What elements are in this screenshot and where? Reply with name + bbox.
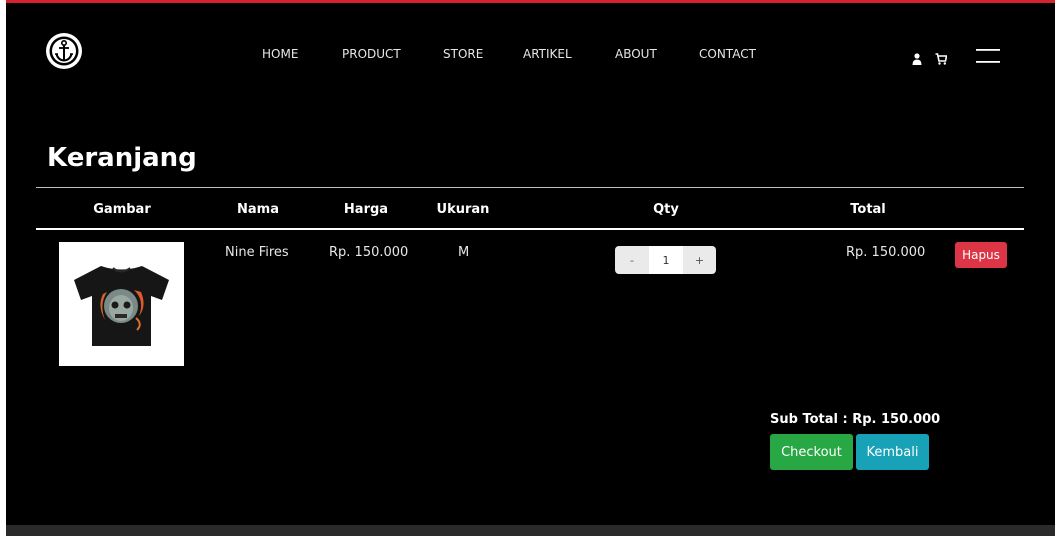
- nav-link-about[interactable]: ABOUT: [615, 47, 657, 61]
- menu-icon[interactable]: [976, 48, 1000, 64]
- qty-input[interactable]: [649, 246, 683, 274]
- column-header-harga: Harga: [343, 202, 389, 217]
- checkout-button[interactable]: Checkout: [770, 434, 853, 470]
- nav-link-store[interactable]: STORE: [443, 47, 483, 61]
- kembali-button[interactable]: Kembali: [856, 434, 929, 470]
- quantity-stepper: - +: [615, 246, 716, 274]
- item-ukuran: M: [458, 245, 470, 260]
- subtotal-text: Sub Total : Rp. 150.000: [770, 412, 941, 427]
- column-header-total: Total: [850, 202, 886, 217]
- nav-link-contact[interactable]: CONTACT: [699, 47, 756, 61]
- qty-increment-button[interactable]: +: [683, 246, 716, 274]
- nav-link-artikel[interactable]: ARTIKEL: [523, 47, 572, 61]
- item-nama: Nine Fires: [225, 245, 289, 260]
- item-total: Rp. 150.000: [846, 245, 926, 260]
- navbar: HOME PRODUCT STORE ARTIKEL ABOUT CONTACT: [6, 3, 1055, 103]
- page-title: Keranjang: [47, 143, 197, 173]
- item-harga: Rp. 150.000: [329, 245, 409, 260]
- divider-top: [36, 187, 1024, 188]
- column-header-ukuran: Ukuran: [436, 202, 490, 217]
- product-image: [59, 242, 184, 366]
- footer-bar: [6, 525, 1055, 536]
- qty-decrement-button[interactable]: -: [615, 246, 649, 274]
- cart-icon[interactable]: [935, 50, 948, 65]
- divider-header: [36, 228, 1024, 230]
- column-header-nama: Nama: [237, 202, 279, 217]
- column-header-gambar: Gambar: [93, 202, 151, 217]
- hapus-button[interactable]: Hapus: [955, 242, 1007, 268]
- page: HOME PRODUCT STORE ARTIKEL ABOUT CONTACT: [6, 0, 1055, 536]
- nav-link-product[interactable]: PRODUCT: [342, 47, 401, 61]
- anchor-logo-icon[interactable]: [44, 31, 84, 71]
- user-icon[interactable]: [912, 50, 922, 65]
- nav-link-home[interactable]: HOME: [262, 47, 298, 61]
- column-header-qty: Qty: [653, 202, 679, 217]
